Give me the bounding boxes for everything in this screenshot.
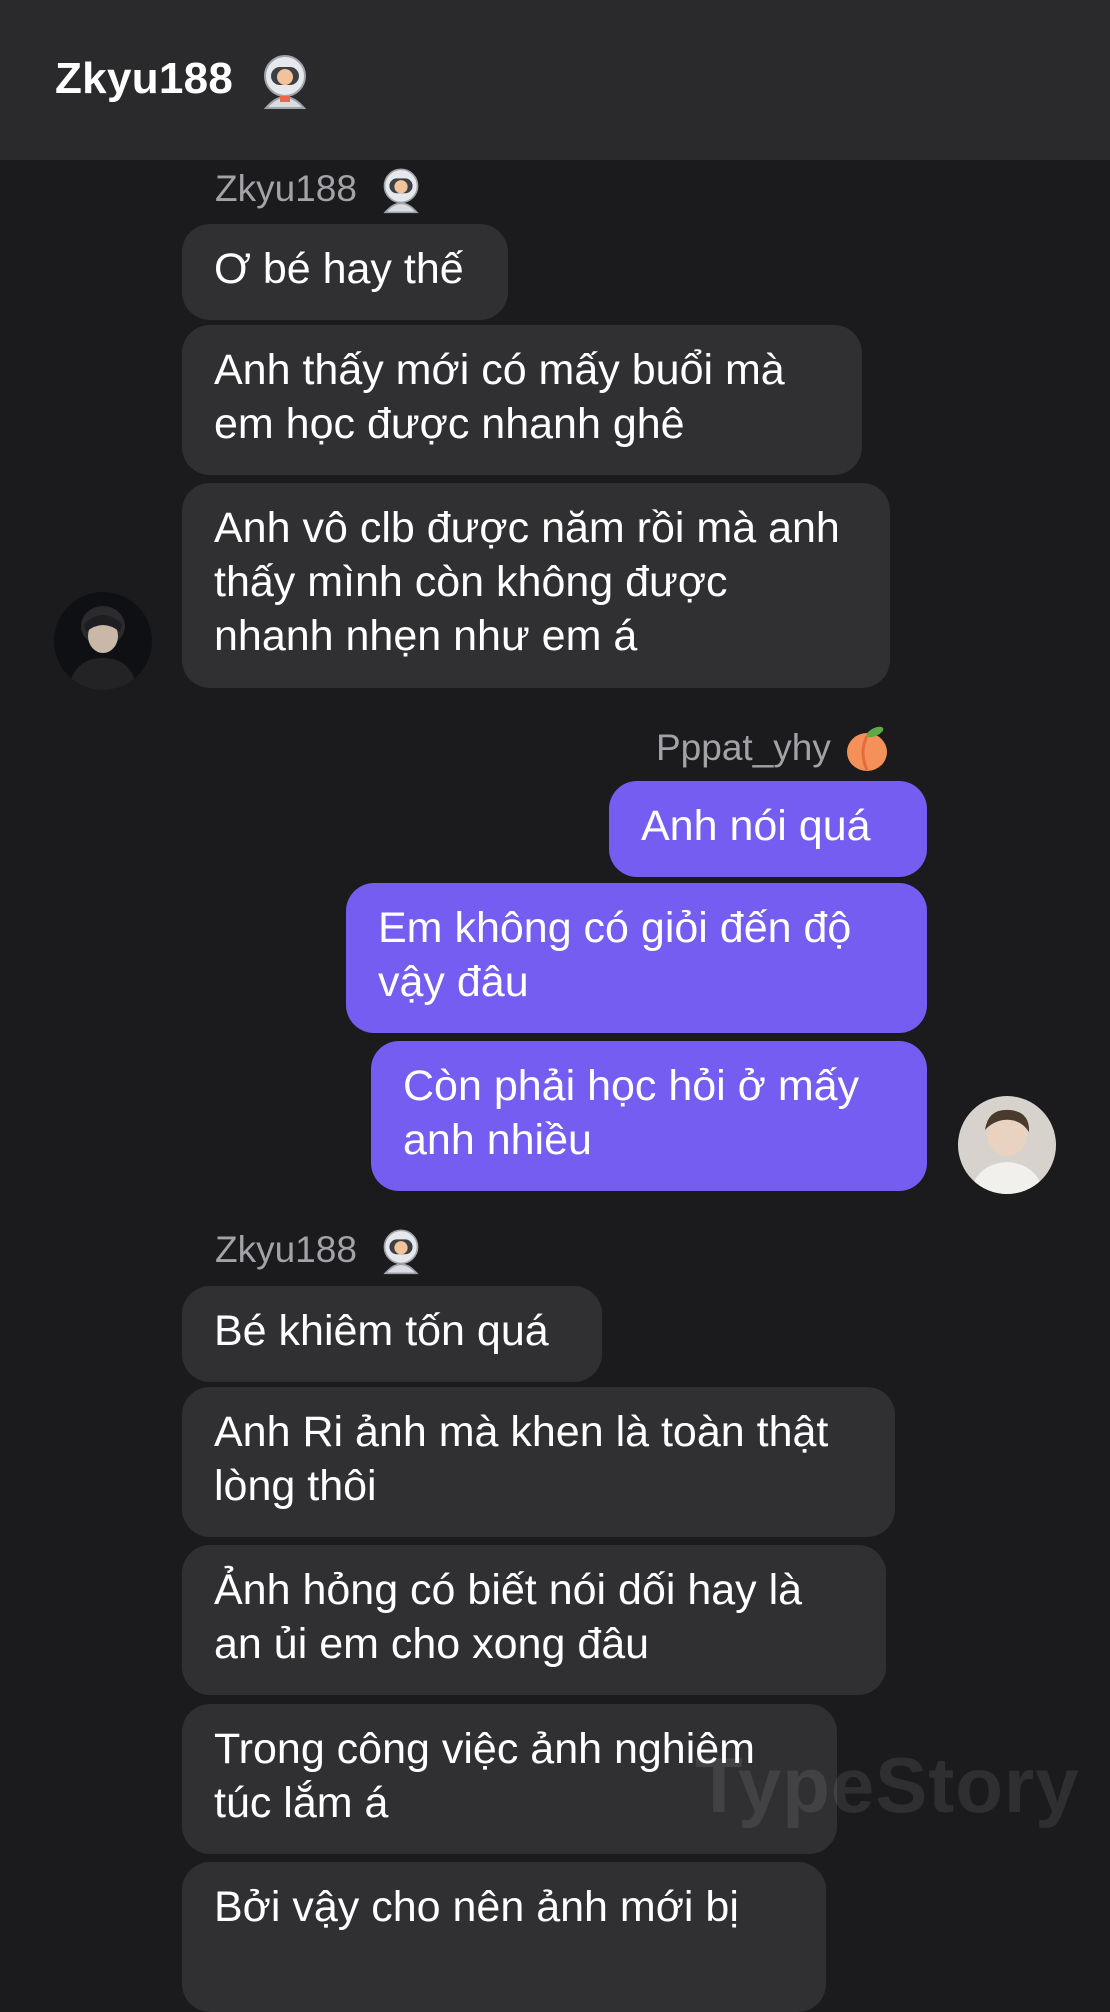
- message-bubble[interactable]: Ảnh hỏng có biết nói dối hay là an ủi em…: [182, 1545, 886, 1695]
- message-bubble[interactable]: Anh Ri ảnh mà khen là toàn thật lòng thô…: [182, 1387, 895, 1537]
- sender-name: Pppat_yhy: [656, 727, 831, 768]
- message-bubble[interactable]: Bởi vậy cho nên ảnh mới bị: [182, 1862, 826, 2012]
- avatar[interactable]: [958, 1096, 1056, 1194]
- peach-emoji-icon: [847, 726, 887, 771]
- sender-name: Zkyu188: [215, 168, 357, 209]
- message-bubble[interactable]: Em không có giỏi đến độ vậy đâu: [346, 883, 927, 1033]
- message-bubble[interactable]: Bé khiêm tốn quá: [182, 1286, 602, 1382]
- astronaut-emoji-icon: [263, 55, 307, 109]
- message-bubble[interactable]: Anh nói quá: [609, 781, 927, 877]
- message-bubble[interactable]: Còn phải học hỏi ở mấy anh nhiều: [371, 1041, 927, 1191]
- message-bubble[interactable]: Anh vô clb được năm rồi mà anh thấy mình…: [182, 483, 890, 688]
- chat-title: Zkyu188: [55, 54, 234, 103]
- astronaut-emoji-icon: [383, 168, 419, 214]
- user-avatar-icon: [54, 592, 152, 690]
- message-bubble[interactable]: Ơ bé hay thế: [182, 224, 508, 320]
- user-avatar-icon: [958, 1096, 1056, 1194]
- sender-name: Zkyu188: [215, 1229, 357, 1270]
- avatar[interactable]: [54, 592, 152, 690]
- chat-header: Zkyu188: [0, 0, 1110, 160]
- message-bubble[interactable]: Anh thấy mới có mấy buổi mà em học được …: [182, 325, 862, 475]
- watermark: TypeStory: [695, 1741, 1080, 1829]
- astronaut-emoji-icon: [383, 1229, 419, 1275]
